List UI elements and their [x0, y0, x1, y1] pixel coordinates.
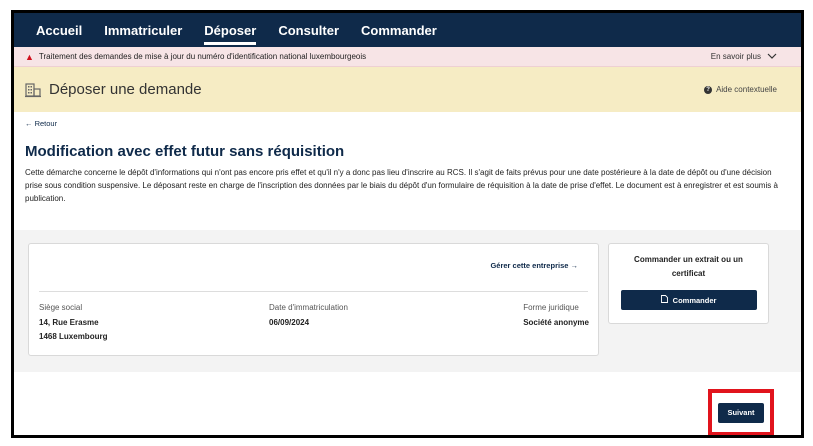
- app-frame: Accueil Immatriculer Déposer Consulter C…: [11, 10, 804, 438]
- info-alert-banner: ▲ Traitement des demandes de mise à jour…: [14, 47, 801, 67]
- registered-office-line1: 14, Rue Erasme: [39, 318, 99, 327]
- alert-text: Traitement des demandes de mise à jour d…: [38, 52, 367, 61]
- next-button-highlight: Suivant: [708, 389, 774, 435]
- back-link[interactable]: ← Retour: [25, 119, 57, 128]
- nav-item-deposer[interactable]: Déposer: [204, 13, 257, 47]
- order-button-label: Commander: [672, 296, 717, 305]
- manage-company-link[interactable]: Gérer cette entreprise →: [490, 261, 578, 270]
- main-content: ← Retour Modification avec effet futur s…: [14, 112, 801, 205]
- page-header: Déposer une demande ? Aide contextuelle: [14, 67, 801, 112]
- chevron-down-icon: [767, 51, 777, 62]
- procedure-description: Cette démarche concerne le dépôt d'infor…: [25, 168, 778, 203]
- help-icon: ?: [704, 85, 713, 94]
- order-extract-title: Commander un extrait ou un certificat: [634, 255, 743, 278]
- nav-item-commander[interactable]: Commander: [361, 13, 437, 47]
- warning-icon: ▲: [25, 51, 34, 62]
- document-icon: [660, 295, 670, 305]
- registration-date-label: Date d'immatriculation: [269, 303, 348, 312]
- procedure-title: Modification avec effet futur sans réqui…: [25, 143, 345, 160]
- legal-form: Forme juridique Société anonyme: [523, 303, 589, 330]
- company-card: Gérer cette entreprise → Siège social 14…: [28, 243, 599, 356]
- registration-date-value: 06/09/2024: [269, 318, 310, 327]
- nav-item-immatriculer[interactable]: Immatriculer: [104, 13, 182, 47]
- order-extract-card: Commander un extrait ou un certificat Co…: [608, 243, 769, 324]
- registered-office-label: Siège social: [39, 303, 83, 312]
- building-icon: [25, 82, 41, 98]
- nav-item-accueil[interactable]: Accueil: [36, 13, 82, 47]
- legal-form-label: Forme juridique: [523, 303, 579, 312]
- help-label: Aide contextuelle: [716, 85, 777, 94]
- registered-office-line2: 1468 Luxembourg: [39, 332, 108, 341]
- registered-office: Siège social 14, Rue Erasme 1468 Luxembo…: [39, 303, 107, 344]
- contextual-help-link[interactable]: ? Aide contextuelle: [704, 85, 777, 94]
- learn-more-toggle[interactable]: En savoir plus: [711, 51, 777, 62]
- card-divider: [39, 291, 588, 292]
- top-navigation: Accueil Immatriculer Déposer Consulter C…: [14, 13, 801, 47]
- registration-date: Date d'immatriculation 06/09/2024: [269, 303, 348, 330]
- order-button[interactable]: Commander: [620, 290, 757, 310]
- nav-item-consulter[interactable]: Consulter: [278, 13, 339, 47]
- page-title: Déposer une demande: [49, 81, 202, 98]
- learn-more-label: En savoir plus: [710, 52, 761, 61]
- legal-form-value: Société anonyme: [523, 318, 589, 327]
- next-button[interactable]: Suivant: [718, 402, 764, 423]
